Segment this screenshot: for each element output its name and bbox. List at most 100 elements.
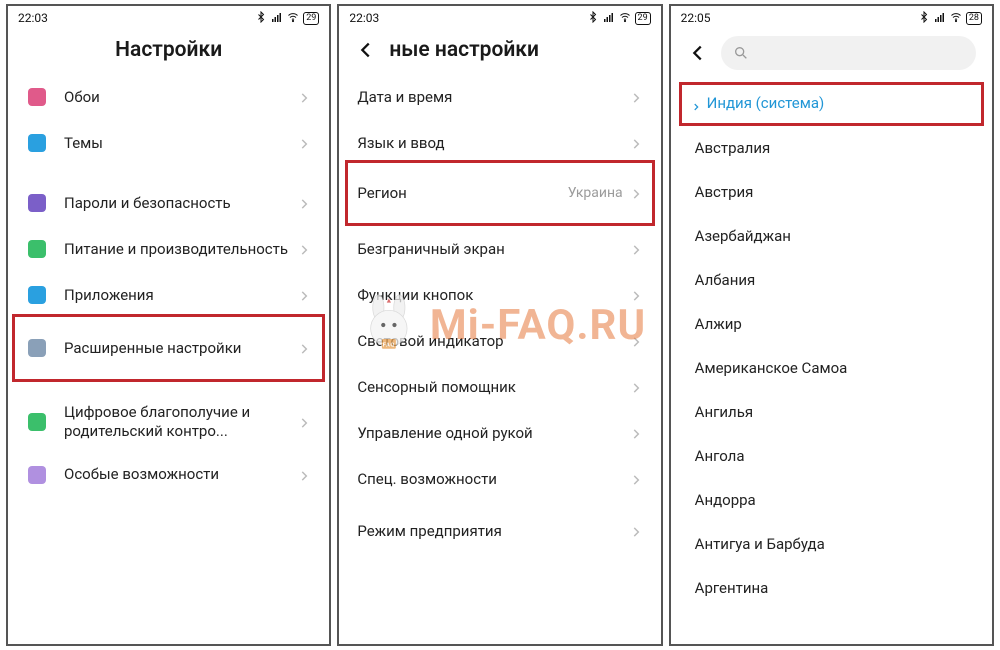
region-item[interactable]: Алжир — [671, 302, 992, 346]
chevron-right-icon — [629, 288, 643, 302]
advanced-item-label: Безграничный экран — [357, 240, 628, 259]
page-title: Настройки — [115, 38, 222, 62]
region-item[interactable]: Американское Самоа — [671, 346, 992, 390]
region-item[interactable]: Ангилья — [671, 390, 992, 434]
advanced-item-label: Режим предприятия — [357, 522, 628, 541]
settings-item-label: Пароли и безопасность — [64, 194, 297, 213]
region-item[interactable]: Австрия — [671, 170, 992, 214]
advanced-item[interactable]: Световой индикатор — [339, 318, 660, 364]
chevron-right-icon — [297, 90, 311, 104]
chevron-right-icon — [629, 524, 643, 538]
settings-item-label: Обои — [64, 88, 297, 107]
advanced-item[interactable]: Спец. возможности — [339, 456, 660, 502]
search-icon — [733, 45, 749, 61]
advanced-item[interactable]: Язык и ввод — [339, 120, 660, 166]
status-bar: 22:05 28 — [671, 6, 992, 28]
settings-item[interactable]: Расширенные настройки — [8, 318, 329, 378]
settings-item[interactable]: Темы — [8, 120, 329, 166]
wallpaper-icon — [26, 86, 48, 108]
chevron-right-icon — [297, 288, 311, 302]
advanced-item-label: Язык и ввод — [357, 134, 628, 153]
phone-screen-region: 22:05 28 Индия (система) — [669, 4, 994, 646]
battery-level: 29 — [303, 12, 319, 25]
screen-header: ные настройки — [339, 28, 660, 74]
settings-item[interactable]: Приложения — [8, 272, 329, 318]
advanced-item[interactable]: Дата и время — [339, 74, 660, 120]
region-system-default[interactable]: Индия (система) — [671, 80, 992, 126]
settings-item[interactable]: Пароли и безопасность — [8, 180, 329, 226]
phone-screen-settings: 22:03 29 Настройки Обои Темы Пароли и безо… — [6, 4, 331, 646]
status-bar: 22:03 29 — [8, 6, 329, 28]
screen-header — [671, 28, 992, 80]
advanced-item[interactable]: РегионУкраина — [339, 166, 660, 220]
region-item[interactable]: Антигуа и Барбуда — [671, 522, 992, 566]
advanced-item-label: Дата и время — [357, 88, 628, 107]
settings-item-label: Приложения — [64, 286, 297, 305]
chevron-right-icon — [297, 415, 311, 429]
chevron-right-icon — [629, 90, 643, 104]
advanced-item-label: Световой индикатор — [357, 332, 628, 351]
settings-item[interactable]: Цифровое благополучие и родительский кон… — [8, 392, 329, 452]
status-bar: 22:03 29 — [339, 6, 660, 28]
advanced-icon — [26, 337, 48, 359]
status-time: 22:03 — [18, 11, 48, 25]
signal-icon — [603, 11, 615, 26]
wifi-icon — [287, 11, 299, 26]
chevron-right-icon — [629, 242, 643, 256]
wifi-icon — [619, 11, 631, 26]
status-time: 22:03 — [349, 11, 379, 25]
accessibility-icon — [26, 464, 48, 486]
region-item[interactable]: Азербайджан — [671, 214, 992, 258]
chevron-right-icon — [297, 136, 311, 150]
signal-icon — [934, 11, 946, 26]
back-button[interactable] — [687, 42, 709, 64]
region-item[interactable]: Австралия — [671, 126, 992, 170]
status-time: 22:05 — [681, 11, 711, 25]
advanced-item[interactable]: Сенсорный помощник — [339, 364, 660, 410]
region-system-label: Индия (система) — [707, 94, 825, 112]
chevron-right-icon — [629, 186, 643, 200]
bluetooth-icon — [587, 11, 599, 26]
back-button[interactable] — [355, 39, 377, 61]
advanced-item-value: Украина — [568, 185, 623, 201]
bluetooth-icon — [918, 11, 930, 26]
chevron-right-icon — [691, 98, 701, 108]
region-item[interactable]: Аргентина — [671, 566, 992, 610]
chevron-right-icon — [629, 472, 643, 486]
advanced-item[interactable]: Режим предприятия — [339, 508, 660, 554]
wifi-icon — [950, 11, 962, 26]
chevron-right-icon — [629, 136, 643, 150]
region-item[interactable]: Андорра — [671, 478, 992, 522]
advanced-item[interactable]: Безграничный экран — [339, 226, 660, 272]
settings-item-label: Расширенные настройки — [64, 339, 297, 358]
chevron-right-icon — [297, 196, 311, 210]
settings-item[interactable]: Обои — [8, 74, 329, 120]
screen-header: Настройки — [8, 28, 329, 74]
themes-icon — [26, 132, 48, 154]
apps-icon — [26, 284, 48, 306]
region-item[interactable]: Албания — [671, 258, 992, 302]
advanced-item[interactable]: Функции кнопок — [339, 272, 660, 318]
battery-level: 28 — [966, 12, 982, 25]
region-item[interactable]: Ангола — [671, 434, 992, 478]
chevron-right-icon — [297, 341, 311, 355]
settings-item[interactable]: Питание и производительность — [8, 226, 329, 272]
settings-item[interactable]: Особые возможности — [8, 452, 329, 498]
chevron-right-icon — [297, 468, 311, 482]
advanced-item-label: Спец. возможности — [357, 470, 628, 489]
advanced-item-label: Регион — [357, 184, 567, 203]
security-icon — [26, 192, 48, 214]
chevron-right-icon — [629, 380, 643, 394]
chevron-right-icon — [297, 242, 311, 256]
search-input[interactable] — [721, 36, 976, 70]
chevron-right-icon — [629, 334, 643, 348]
signal-icon — [271, 11, 283, 26]
advanced-item[interactable]: Управление одной рукой — [339, 410, 660, 456]
settings-item-label: Питание и производительность — [64, 240, 297, 259]
settings-item-label: Темы — [64, 134, 297, 153]
battery-icon — [26, 238, 48, 260]
bluetooth-icon — [255, 11, 267, 26]
advanced-item-label: Сенсорный помощник — [357, 378, 628, 397]
settings-list: Обои Темы Пароли и безопасность Питание и п… — [8, 74, 329, 644]
wellbeing-icon — [26, 411, 48, 433]
